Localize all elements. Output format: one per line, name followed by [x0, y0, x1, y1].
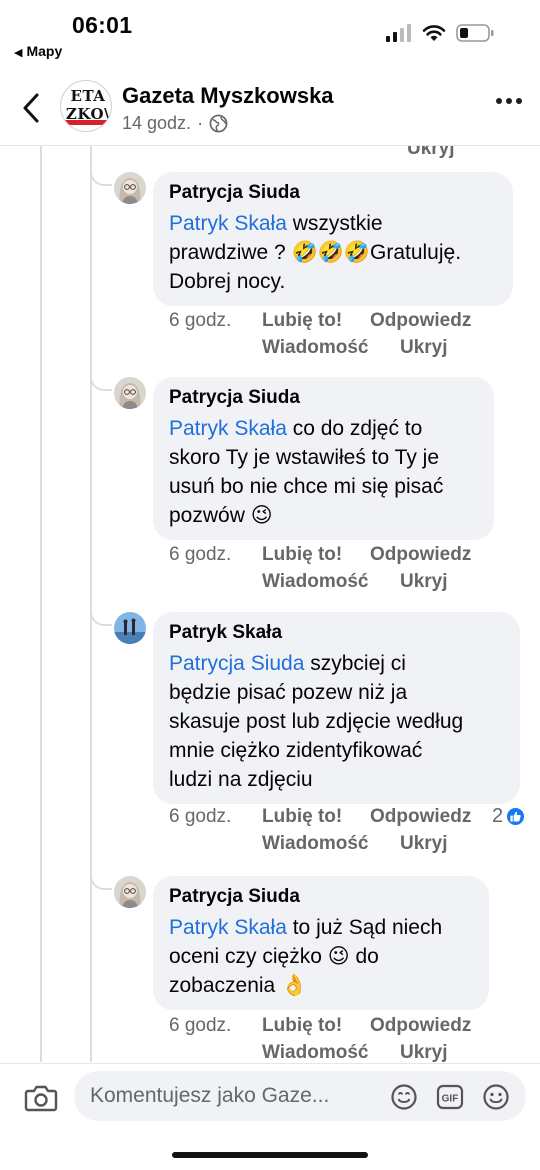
post-header: ETA ZKO\ Gazeta Myszkowska 14 godz. ·	[0, 72, 540, 146]
comment-bubble[interactable]: Patryk Skała Patrycja Siuda szybciej ci …	[153, 612, 520, 804]
thread-curve	[90, 170, 112, 186]
comment-author[interactable]: Patrycja Siuda	[169, 386, 478, 410]
message-button[interactable]: Wiadomość	[262, 569, 368, 595]
thumbs-up-icon	[506, 807, 526, 826]
logo-red-stripe	[61, 120, 111, 125]
camera-icon	[24, 1085, 58, 1112]
comment-input[interactable]: Komentujesz jako Gaze... GIF	[74, 1071, 526, 1121]
thread-curve	[90, 874, 112, 890]
hide-button[interactable]: Ukryj	[400, 569, 448, 595]
hide-button[interactable]: Ukryj	[400, 1040, 448, 1062]
comment-author[interactable]: Patrycja Siuda	[169, 181, 497, 205]
home-indicator	[172, 1152, 368, 1158]
comment-author[interactable]: Patrycja Siuda	[169, 885, 473, 909]
comment-time: 6 godz.	[169, 806, 232, 827]
back-app-label: Mapy	[26, 43, 63, 59]
like-button[interactable]: Lubię to!	[262, 542, 342, 568]
like-button[interactable]: Lubię to!	[262, 804, 342, 830]
back-button[interactable]	[16, 90, 46, 126]
mention-link[interactable]: Patrycja Siuda	[169, 652, 304, 675]
message-button[interactable]: Wiadomość	[262, 335, 368, 361]
clock: 06:01	[72, 12, 133, 38]
comment-input-placeholder: Komentujesz jako Gaze...	[90, 1084, 330, 1107]
mention-link[interactable]: Patryk Skała	[169, 417, 287, 440]
comment-bubble[interactable]: Patrycja Siuda Patryk Skała co do zdjęć …	[153, 377, 494, 540]
hide-link-partial[interactable]: Ukryj	[407, 146, 455, 160]
avatar[interactable]	[114, 612, 146, 644]
system-icons	[386, 24, 494, 42]
meta-separator: ·	[197, 113, 204, 133]
wifi-icon	[422, 25, 446, 41]
avatar[interactable]	[114, 377, 146, 409]
comment-text: Patryk Skała to już Sąd niech oceni czy …	[169, 916, 443, 997]
page-name[interactable]: Gazeta Myszkowska	[122, 83, 334, 109]
like-button[interactable]: Lubię to!	[262, 308, 342, 334]
thread-curve	[90, 610, 112, 626]
reply-button[interactable]: Odpowiedz	[370, 804, 471, 830]
hide-button[interactable]: Ukryj	[400, 831, 448, 857]
comment-text: Patryk Skała wszystkie prawdziwe ? 🤣🤣🤣Gr…	[169, 212, 462, 293]
more-options-button[interactable]	[496, 98, 522, 104]
comment-time: 6 godz.	[169, 544, 232, 565]
chevron-left-icon	[23, 93, 39, 123]
mention-link[interactable]: Patryk Skała	[169, 212, 287, 235]
sticker-icon	[391, 1084, 417, 1110]
comment-time: 6 godz.	[169, 310, 232, 331]
message-button[interactable]: Wiadomość	[262, 831, 368, 857]
comment-author[interactable]: Patryk Skała	[169, 621, 504, 645]
comment-actions: 6 godz. Lubię to! Odpowiedz Wiadomość Uk…	[169, 1013, 499, 1062]
page-logo[interactable]: ETA ZKO\	[60, 80, 112, 132]
thread-line	[40, 146, 42, 1062]
signal-icon	[386, 24, 411, 42]
message-button[interactable]: Wiadomość	[262, 1040, 368, 1062]
back-to-app-link[interactable]: ◀ Mapy	[14, 43, 62, 59]
hide-button[interactable]: Ukryj	[400, 335, 448, 361]
comment-time: 6 godz.	[169, 1015, 232, 1036]
back-triangle-icon: ◀	[14, 47, 23, 59]
reaction-count-value: 2	[492, 805, 504, 827]
gif-label: GIF	[442, 1094, 459, 1105]
mention-link[interactable]: Patryk Skała	[169, 916, 287, 939]
gif-button[interactable]: GIF	[436, 1083, 464, 1111]
comment-text: Patrycja Siuda szybciej ci będzie pisać …	[169, 652, 464, 791]
status-bar: 06:01 ◀ Mapy	[0, 0, 540, 66]
battery-icon	[456, 24, 494, 42]
comment-composer: Komentujesz jako Gaze... GIF	[0, 1063, 540, 1170]
globe-icon	[209, 114, 228, 133]
comment-actions: 6 godz. Lubię to! Odpowiedz Wiadomość Uk…	[169, 542, 499, 596]
post-age: 14 godz.	[122, 113, 192, 133]
more-horizontal-icon	[496, 98, 502, 104]
comment-text: Patryk Skała co do zdjęć to skoro Ty je …	[169, 417, 444, 527]
comment-bubble[interactable]: Patrycja Siuda Patryk Skała wszystkie pr…	[153, 172, 513, 306]
thread-curve	[90, 375, 112, 391]
reply-thread-line	[90, 146, 92, 1062]
gif-icon: GIF	[436, 1084, 464, 1110]
reaction-count[interactable]: 2	[492, 805, 526, 828]
comment-bubble[interactable]: Patrycja Siuda Patryk Skała to już Sąd n…	[153, 876, 489, 1010]
reply-button[interactable]: Odpowiedz	[370, 1013, 471, 1039]
reply-button[interactable]: Odpowiedz	[370, 542, 471, 568]
camera-button[interactable]	[24, 1082, 58, 1114]
emoji-icon	[483, 1084, 509, 1110]
sticker-button[interactable]	[390, 1083, 418, 1111]
emoji-button[interactable]	[482, 1083, 510, 1111]
avatar[interactable]	[114, 172, 146, 204]
reply-button[interactable]: Odpowiedz	[370, 308, 471, 334]
logo-text-line1: ETA	[70, 87, 106, 105]
comment-actions: 6 godz. Lubię to! Odpowiedz Wiadomość Uk…	[169, 308, 499, 362]
post-meta: 14 godz. ·	[122, 113, 228, 134]
comment-actions: 6 godz. Lubię to! Odpowiedz Wiadomość Uk…	[169, 804, 499, 858]
like-button[interactable]: Lubię to!	[262, 1013, 342, 1039]
comment-thread: Ukryj Patrycja Siuda Patryk Skała wszyst…	[0, 146, 540, 1062]
avatar[interactable]	[114, 876, 146, 908]
